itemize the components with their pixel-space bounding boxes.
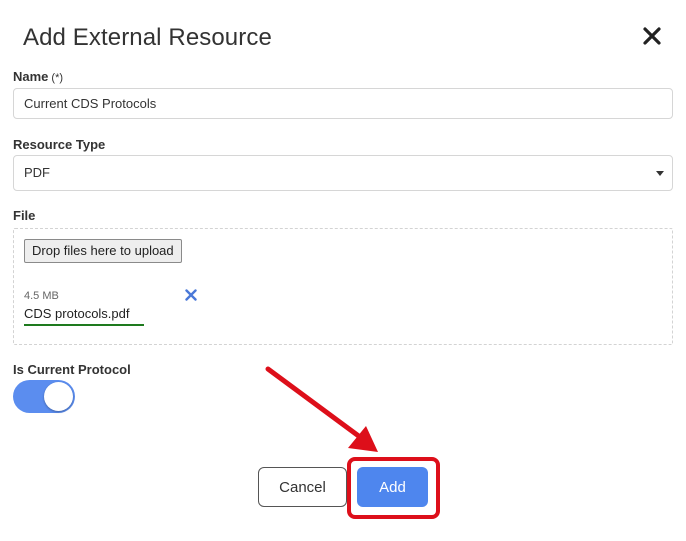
name-input[interactable]: Current CDS Protocols <box>13 88 673 119</box>
add-external-resource-dialog: Add External Resource Name (*) Current CD… <box>0 0 686 541</box>
cancel-button[interactable]: Cancel <box>258 467 347 507</box>
name-label-text: Name <box>13 69 49 84</box>
file-dropzone[interactable]: Drop files here to upload 4.5 MB CDS pro… <box>13 228 673 345</box>
close-icon[interactable] <box>640 24 664 48</box>
dialog-title: Add External Resource <box>23 24 272 51</box>
add-button[interactable]: Add <box>357 467 428 507</box>
file-name-underline <box>24 324 144 326</box>
chevron-down-icon <box>656 171 664 176</box>
is-current-protocol-toggle[interactable] <box>13 380 75 413</box>
annotation-arrow-icon <box>265 366 378 452</box>
resource-type-select[interactable]: PDF <box>13 155 673 191</box>
resource-type-selected: PDF <box>24 165 50 180</box>
upload-button[interactable]: Drop files here to upload <box>24 239 182 263</box>
is-current-protocol-label: Is Current Protocol <box>13 362 131 377</box>
file-size: 4.5 MB <box>24 290 59 302</box>
resource-type-label: Resource Type <box>13 137 106 152</box>
required-marker: (*) <box>51 72 64 84</box>
toggle-knob <box>44 382 73 411</box>
remove-x-icon[interactable] <box>185 288 197 301</box>
file-label: File <box>13 208 36 223</box>
name-label: Name (*) <box>13 69 63 84</box>
file-name: CDS protocols.pdf <box>24 306 130 321</box>
